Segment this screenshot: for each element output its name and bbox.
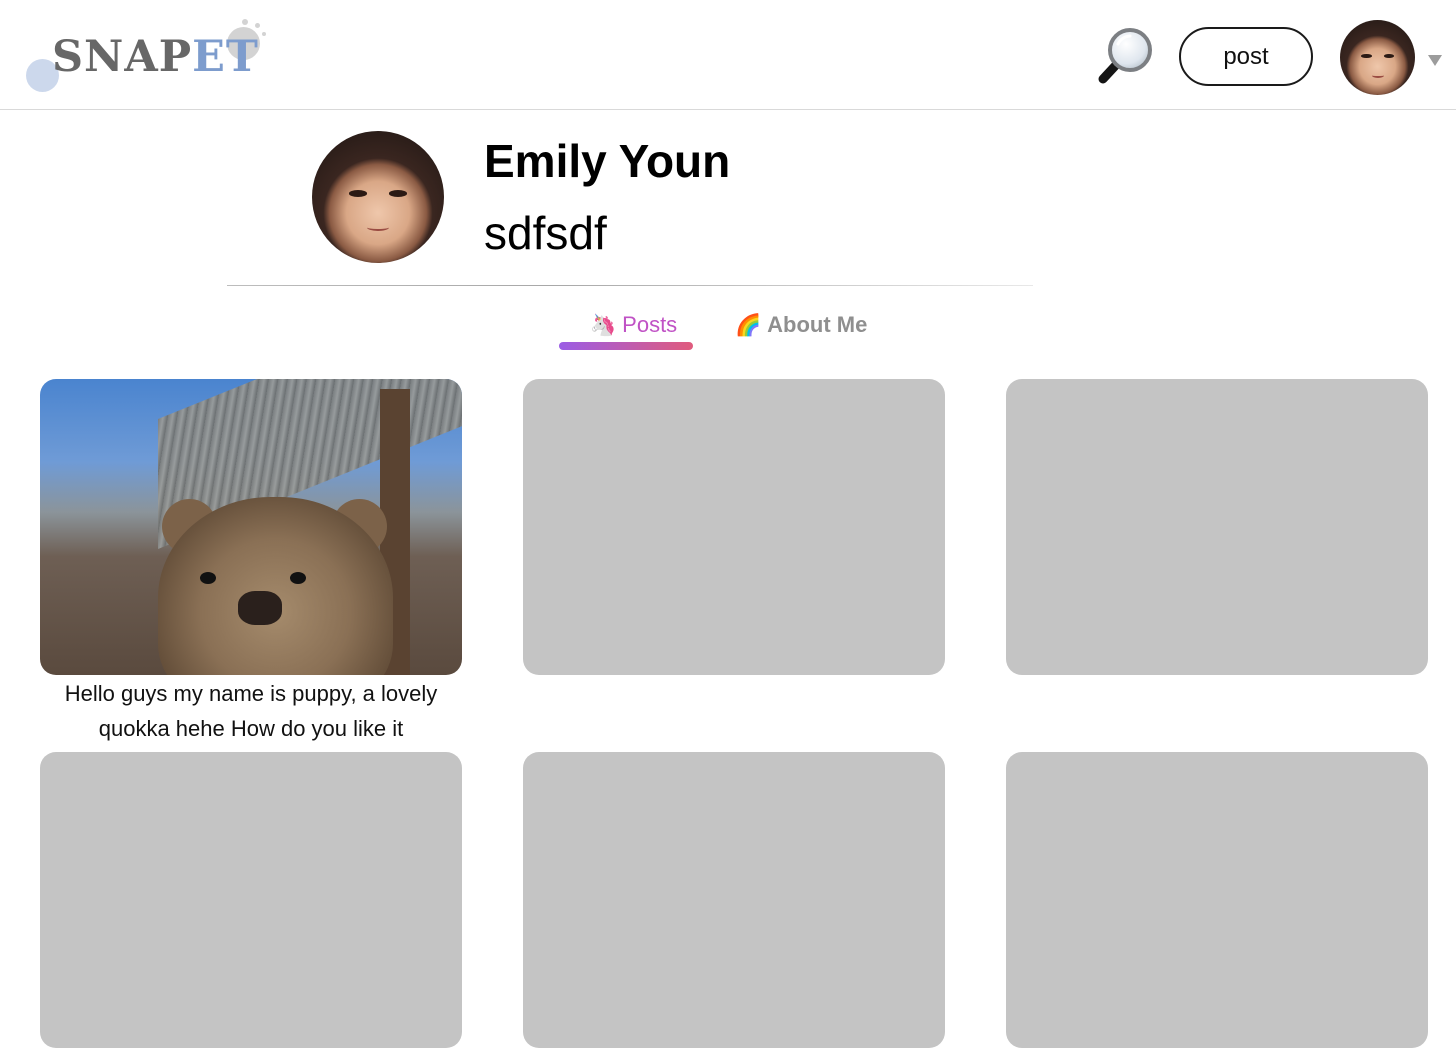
tab-posts-label: Posts — [622, 312, 678, 337]
logo-wordmark-part1: SNAP — [52, 32, 193, 82]
post-card-placeholder[interactable] — [1006, 752, 1428, 1048]
logo-wordmark-part2: ET — [192, 32, 259, 82]
avatar-eye — [1361, 53, 1372, 58]
post-card-placeholder[interactable] — [523, 379, 945, 675]
post-card-placeholder[interactable] — [523, 752, 945, 1048]
logo-bubble — [262, 32, 266, 36]
account-avatar[interactable] — [1340, 20, 1415, 95]
tab-posts[interactable]: 🦄 Posts — [590, 308, 677, 342]
avatar-mouth — [1371, 73, 1384, 78]
avatar-mouth — [367, 223, 389, 231]
search-button[interactable] — [1096, 26, 1158, 86]
quokka-eye — [200, 572, 216, 584]
profile-divider — [227, 285, 1033, 286]
quokka-nose — [238, 591, 282, 625]
post-caption: Hello guys my name is puppy, a lovely qu… — [64, 681, 438, 741]
profile-avatar — [312, 131, 444, 263]
snapet-logo[interactable]: SNAPET — [26, 16, 276, 96]
rainbow-icon: 🌈 — [735, 313, 762, 337]
tab-about-me-label: About Me — [767, 312, 868, 337]
avatar-eye — [388, 190, 408, 197]
new-post-button[interactable]: post — [1179, 27, 1313, 86]
profile-display-name: Emily Youn — [484, 135, 731, 187]
logo-bubble — [255, 23, 260, 28]
profile-username: sdfsdf — [484, 207, 607, 259]
active-tab-indicator — [559, 342, 693, 350]
quokka-photo — [158, 497, 393, 675]
post-card[interactable] — [40, 379, 462, 675]
avatar-eye — [348, 190, 368, 197]
top-navigation-bar: SNAPET post — [0, 0, 1456, 110]
tab-about-me[interactable]: 🌈 About Me — [735, 308, 867, 342]
logo-wordmark: SNAPET — [52, 30, 259, 84]
post-card-placeholder[interactable] — [1006, 379, 1428, 675]
post-card-placeholder[interactable] — [40, 752, 462, 1048]
logo-bubble — [242, 19, 248, 25]
chevron-down-icon[interactable] — [1428, 55, 1442, 66]
quokka-eye — [290, 572, 306, 584]
magnifying-glass-icon — [1098, 28, 1152, 84]
unicorn-icon: 🦄 — [590, 313, 617, 337]
avatar-eye — [1383, 53, 1394, 58]
